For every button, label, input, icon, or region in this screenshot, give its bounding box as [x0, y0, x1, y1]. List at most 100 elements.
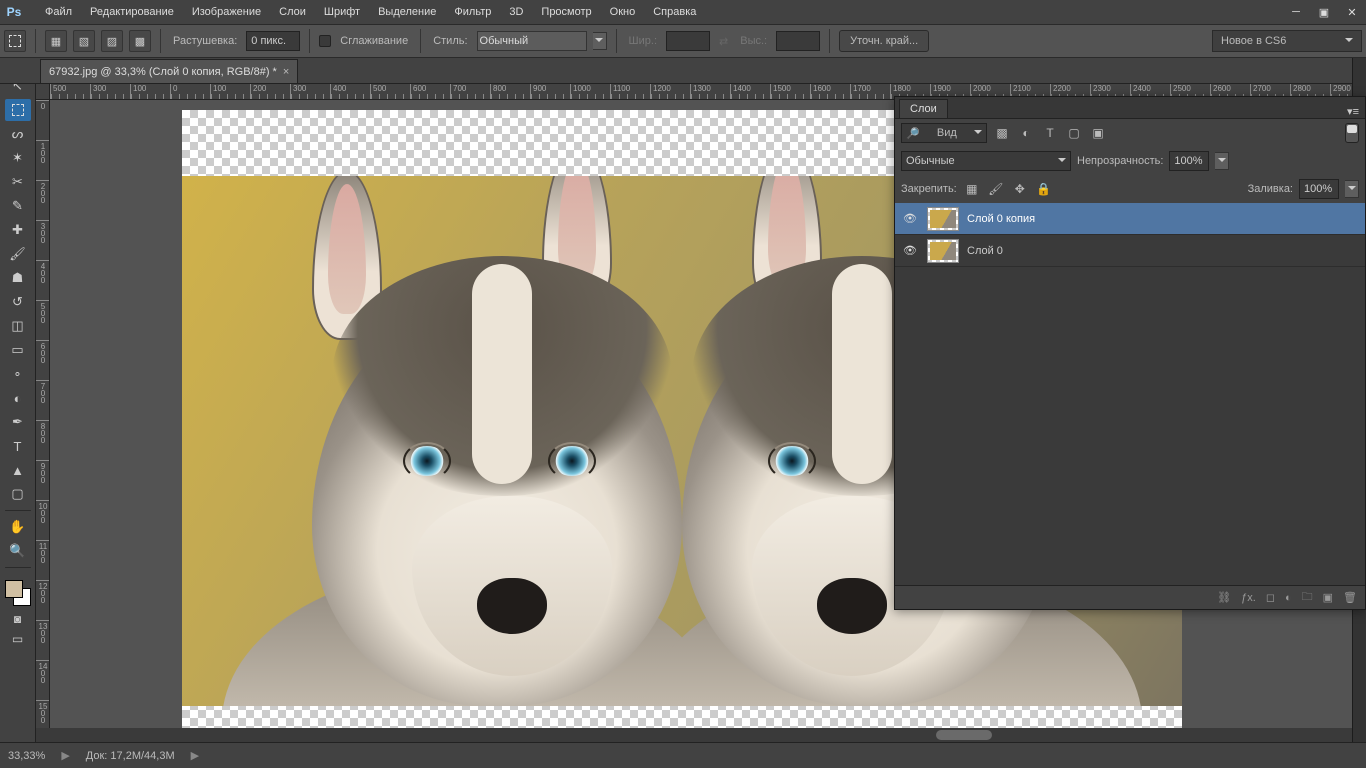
status-menu-icon[interactable]: ▶ — [61, 749, 69, 762]
menu-edit[interactable]: Редактирование — [81, 3, 183, 21]
status-bar: 33,33% ▶ Док: 17,2M/44,3M ▶ — [0, 742, 1366, 768]
sub-selection-button[interactable]: ▨ — [101, 30, 123, 52]
doc-size-value: 17,2M/44,3M — [110, 750, 174, 762]
height-input — [776, 31, 820, 51]
ruler-tick: 900 — [530, 84, 570, 100]
ruler-tick: 1300 — [690, 84, 730, 100]
layer-row[interactable]: 👁 Слой 0 копия — [895, 203, 1365, 235]
menu-layers[interactable]: Слои — [270, 3, 315, 21]
fill-label: Заливка: — [1248, 183, 1293, 195]
ruler-tick: 1000 — [570, 84, 610, 100]
layer-group-icon[interactable]: 🗀 — [1302, 588, 1313, 607]
refine-edge-button[interactable]: Уточн. край... — [839, 30, 929, 52]
ruler-tick: 400 — [330, 84, 370, 100]
chevron-down-icon[interactable] — [593, 32, 607, 50]
ruler-tick: 1600 — [810, 84, 850, 100]
menu-image[interactable]: Изображение — [183, 3, 270, 21]
ruler-tick: 300 — [290, 84, 330, 100]
lock-paint-icon[interactable]: 🖌 — [987, 181, 1005, 197]
layer-thumbnail[interactable] — [927, 207, 959, 231]
close-icon[interactable]: × — [283, 66, 289, 78]
link-layers-icon[interactable]: ⛓ — [1217, 591, 1231, 604]
filter-smart-icon[interactable]: ▣ — [1089, 125, 1107, 141]
blend-mode-select[interactable]: Обычные — [901, 151, 1071, 171]
filter-pixel-icon[interactable]: ▩ — [993, 125, 1011, 141]
layer-name[interactable]: Слой 0 — [967, 245, 1003, 257]
workspace-value: Новое в CS6 — [1221, 35, 1286, 47]
new-layer-icon[interactable]: ▣ — [1323, 591, 1333, 604]
ruler-tick: 1100 — [610, 84, 650, 100]
lock-transparency-icon[interactable]: ▦ — [963, 181, 981, 197]
layer-name[interactable]: Слой 0 копия — [967, 213, 1035, 225]
chevron-down-icon — [1058, 154, 1066, 169]
ruler-tick: 500 — [50, 84, 90, 100]
layers-footer: ⛓ ƒx. ◻ ◐ 🗀 ▣ 🗑 — [895, 585, 1365, 609]
layer-filter-select[interactable]: 🔎 Вид — [901, 123, 987, 143]
chevron-down-icon[interactable] — [1215, 152, 1229, 170]
menu-select[interactable]: Выделение — [369, 3, 445, 21]
intersect-selection-button[interactable]: ▩ — [129, 30, 151, 52]
filter-adjust-icon[interactable]: ◐ — [1017, 125, 1035, 141]
menu-file[interactable]: Файл — [36, 3, 81, 21]
new-selection-button[interactable]: ▦ — [45, 30, 67, 52]
layer-thumbnail[interactable] — [927, 239, 959, 263]
tool-preset-button[interactable] — [4, 30, 26, 52]
visibility-icon[interactable]: 👁 — [901, 210, 919, 228]
layer-row[interactable]: 👁 Слой 0 — [895, 235, 1365, 267]
chevron-down-icon — [974, 126, 982, 141]
add-selection-button[interactable]: ▧ — [73, 30, 95, 52]
ruler-tick: 600 — [410, 84, 450, 100]
opacity-input[interactable]: 100% — [1169, 151, 1209, 171]
doc-size-label: Док: — [86, 750, 108, 762]
lock-position-icon[interactable]: ✥ — [1011, 181, 1029, 197]
lock-label: Закрепить: — [901, 183, 957, 195]
style-select[interactable]: Обычный — [477, 31, 587, 51]
panel-tabs: Слои ▾≡ — [895, 97, 1365, 119]
blend-mode-value: Обычные — [906, 155, 955, 167]
document-tab-title: 67932.jpg @ 33,3% (Слой 0 копия, RGB/8#)… — [49, 66, 277, 78]
menu-window[interactable]: Окно — [601, 3, 645, 21]
adjustment-layer-icon[interactable]: ◐ — [1285, 592, 1292, 604]
width-label: Шир.: — [626, 35, 660, 47]
maximize-icon[interactable]: ▣ — [1310, 1, 1338, 23]
scrollbar-thumb[interactable] — [936, 730, 992, 740]
chevron-down-icon[interactable] — [1345, 180, 1359, 198]
menu-filter[interactable]: Фильтр — [445, 3, 500, 21]
status-menu-icon[interactable]: ▶ — [191, 749, 199, 762]
ruler-tick: 100 — [130, 84, 170, 100]
document-tab[interactable]: 67932.jpg @ 33,3% (Слой 0 копия, RGB/8#)… — [40, 59, 298, 83]
feather-input[interactable] — [246, 31, 300, 51]
antialias-label: Сглаживание — [337, 35, 411, 47]
workspace-select[interactable]: Новое в CS6 — [1212, 30, 1362, 52]
ruler-tick: 0 — [170, 84, 210, 100]
ruler-tick: 1200 — [650, 84, 690, 100]
visibility-icon[interactable]: 👁 — [901, 242, 919, 260]
lock-all-icon[interactable]: 🔒 — [1035, 181, 1053, 197]
fill-input[interactable]: 100% — [1299, 179, 1339, 199]
filter-shape-icon[interactable]: ▢ — [1065, 125, 1083, 141]
menu-3d[interactable]: 3D — [500, 3, 532, 21]
ruler-tick: 500 — [370, 84, 410, 100]
layer-mask-icon[interactable]: ◻ — [1266, 591, 1275, 604]
height-label: Выс.: — [737, 35, 770, 47]
filter-type-icon[interactable]: T — [1041, 125, 1059, 141]
ruler-tick: 1400 — [730, 84, 770, 100]
ruler-origin[interactable] — [36, 84, 50, 100]
menu-help[interactable]: Справка — [644, 3, 705, 21]
horizontal-scrollbar[interactable] — [36, 728, 1352, 742]
minimize-icon[interactable]: ─ — [1282, 1, 1310, 23]
ruler-tick: 200 — [250, 84, 290, 100]
menu-view[interactable]: Просмотр — [532, 3, 600, 21]
filter-toggle[interactable] — [1345, 123, 1359, 143]
zoom-level[interactable]: 33,33% — [8, 750, 45, 762]
close-icon[interactable]: ✕ — [1338, 1, 1366, 23]
layer-filter-value: Вид — [937, 127, 957, 139]
fx-icon[interactable]: ƒx. — [1241, 592, 1256, 604]
opacity-label: Непрозрачность: — [1077, 155, 1163, 167]
delete-layer-icon[interactable]: 🗑 — [1343, 591, 1357, 604]
panel-menu-icon[interactable]: ▾≡ — [1341, 105, 1365, 118]
antialias-checkbox[interactable] — [319, 35, 331, 47]
width-input — [666, 31, 710, 51]
menu-type[interactable]: Шрифт — [315, 3, 369, 21]
layers-tab[interactable]: Слои — [899, 99, 948, 118]
